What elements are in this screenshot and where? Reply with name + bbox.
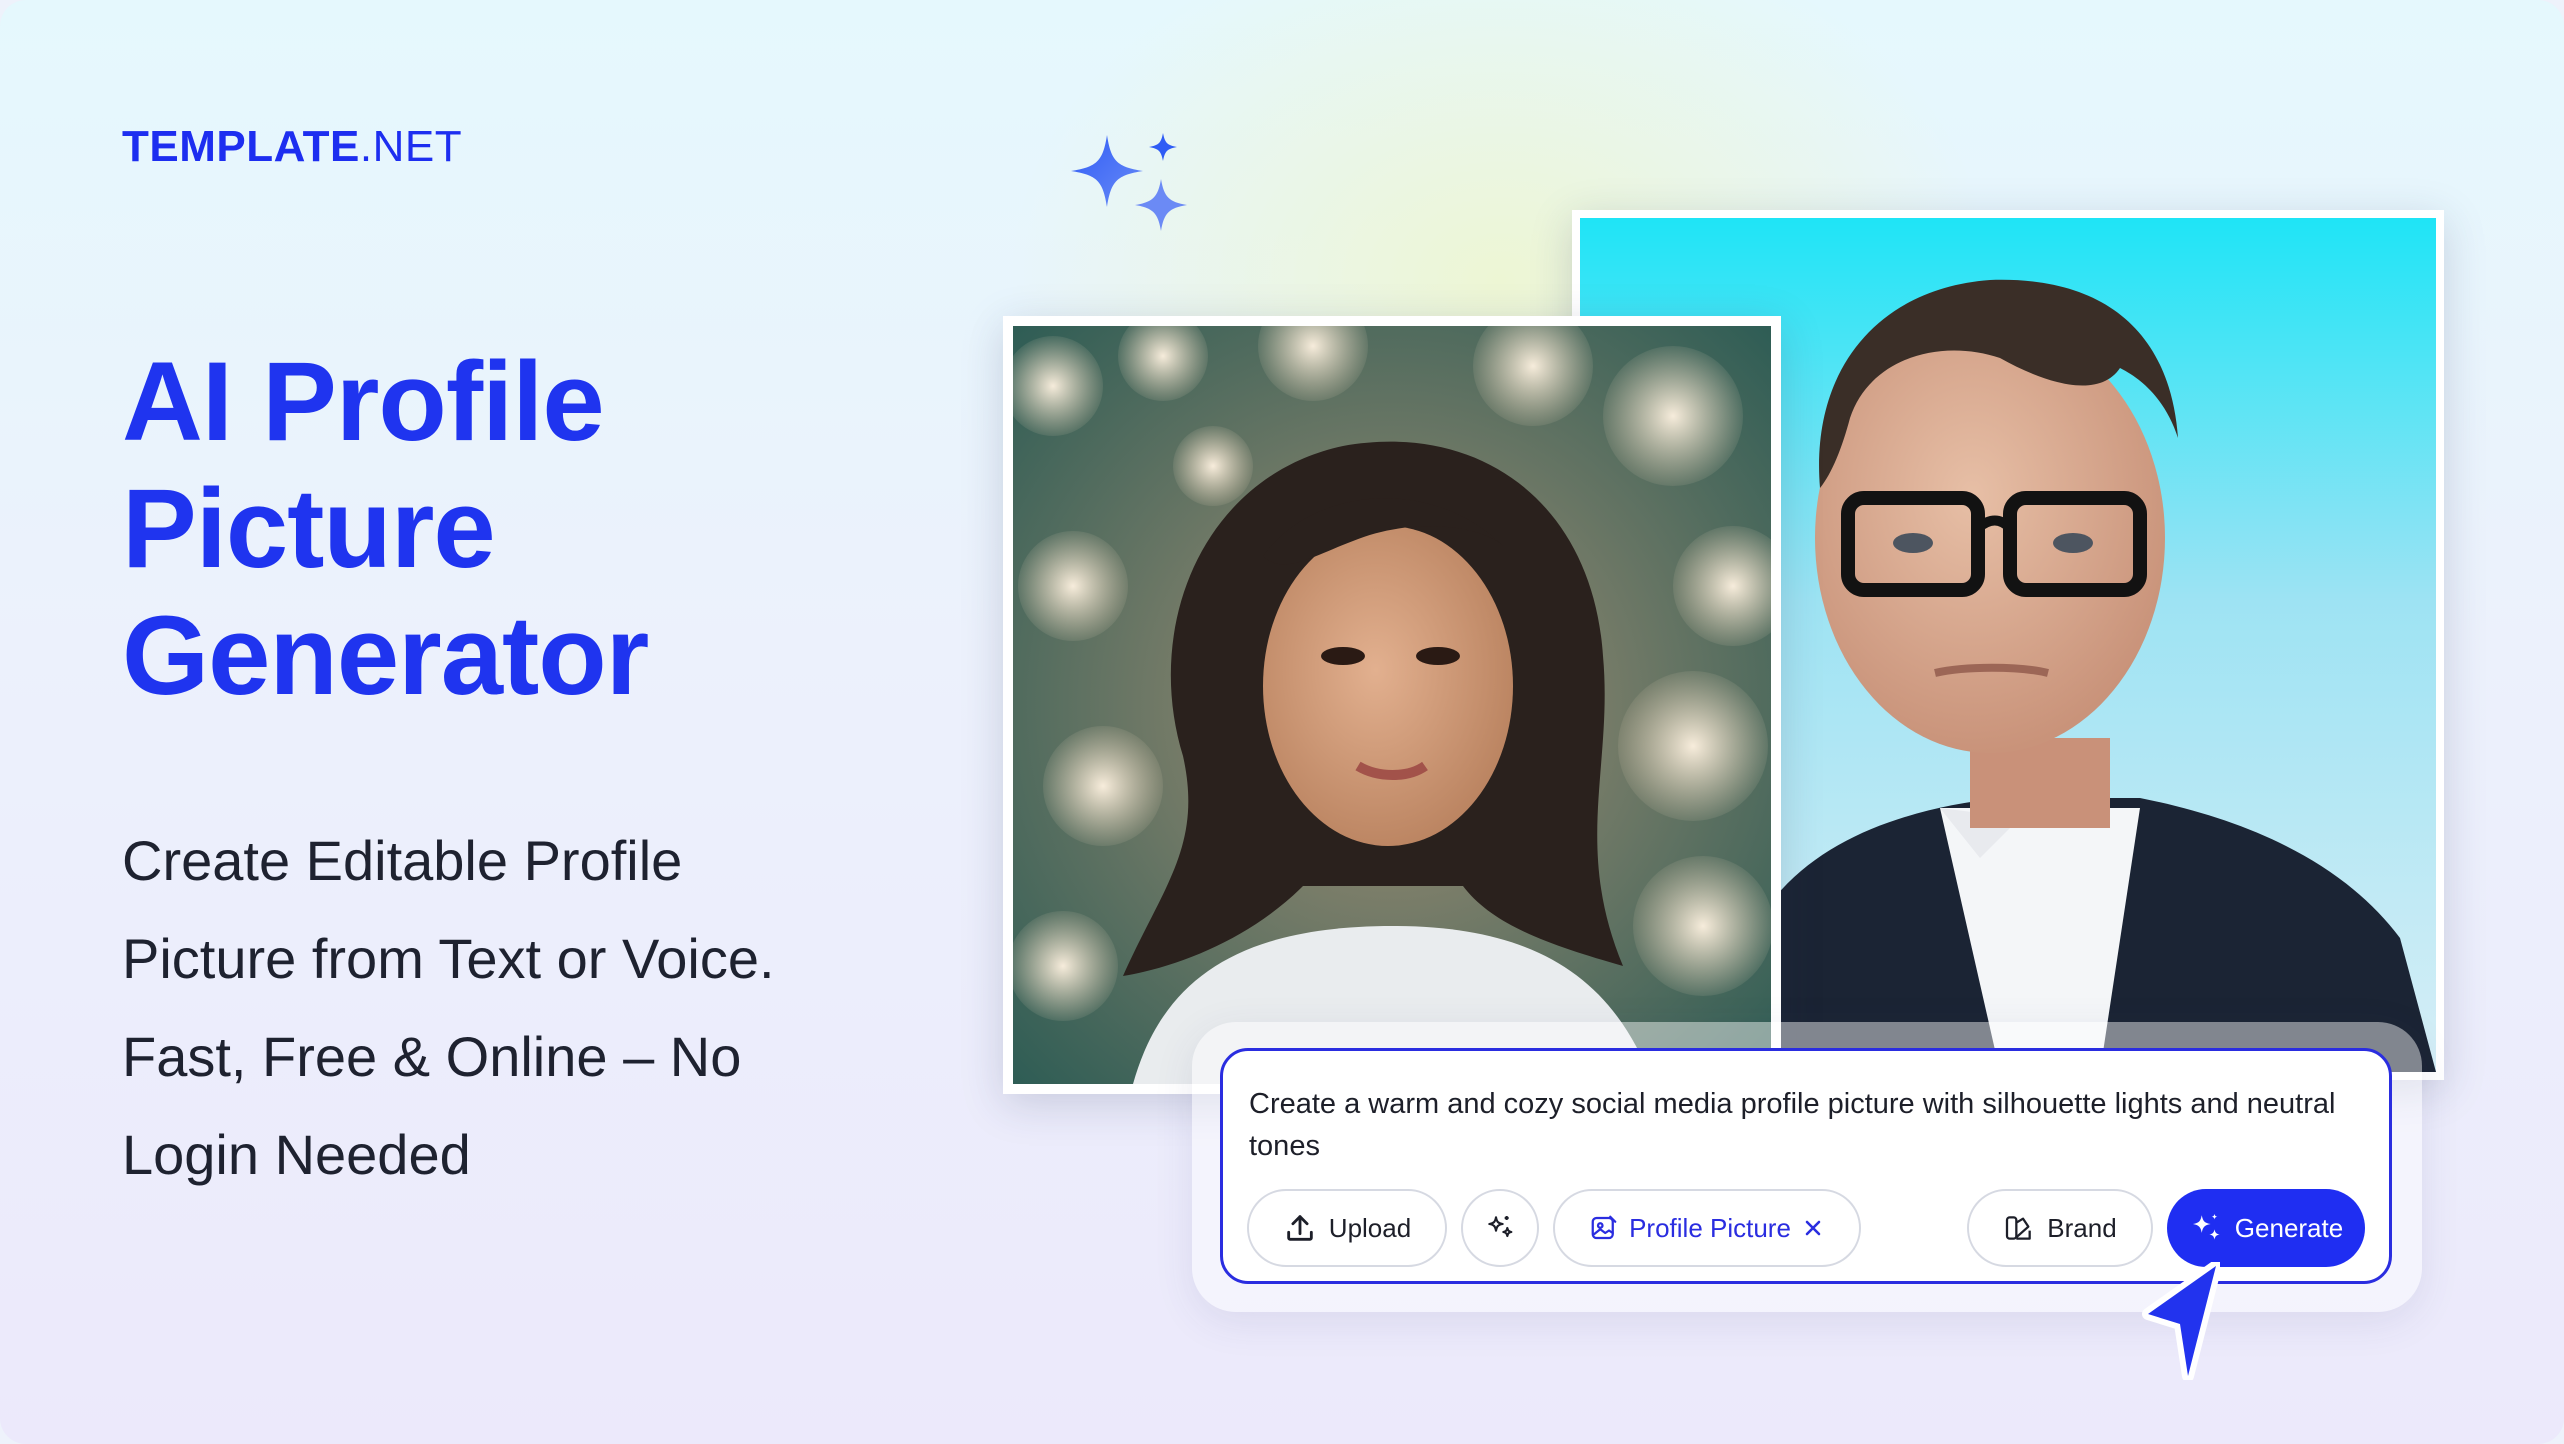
generate-button[interactable]: Generate <box>2167 1189 2365 1267</box>
magic-sparkle-icon <box>1488 1216 1513 1238</box>
upload-label: Upload <box>1328 1212 1412 1243</box>
brand-logo-bold: TEMPLATE <box>122 122 360 171</box>
subtitle-line: Create Editable Profile <box>122 829 683 892</box>
brand-logo-light: .NET <box>359 122 463 171</box>
prompt-input[interactable]: Create a warm and cozy social media prof… <box>1249 1083 2349 1167</box>
generate-label: Generate <box>2234 1212 2344 1243</box>
profile-picture-chip[interactable]: Profile Picture <box>1553 1189 1861 1267</box>
upload-icon <box>1287 1215 1313 1241</box>
sparkle-icon <box>2192 1213 2220 1240</box>
brand-button[interactable]: Brand <box>1967 1189 2153 1267</box>
subtitle: Create Editable Profile Picture from Tex… <box>122 812 775 1204</box>
brand-palette-icon <box>2006 1216 2032 1240</box>
headline: AI Profile Picture Generator <box>122 338 649 719</box>
headline-line: Generator <box>122 593 649 718</box>
profile-picture-chip-label: Profile Picture <box>1629 1212 1791 1243</box>
magic-enhance-button[interactable] <box>1461 1189 1539 1267</box>
headline-line: AI Profile <box>122 339 605 464</box>
subtitle-line: Picture from Text or Voice. <box>122 927 775 990</box>
image-edit-icon <box>1591 1215 1617 1240</box>
sparkles-icon <box>1071 133 1187 231</box>
prompt-box[interactable]: Create a warm and cozy social media prof… <box>1220 1048 2392 1284</box>
hero-banner: TEMPLATE.NET AI Profile Picture Generato… <box>0 0 2564 1444</box>
upload-button[interactable]: Upload <box>1247 1189 1447 1267</box>
headline-line: Picture <box>122 466 496 591</box>
subtitle-line: Fast, Free & Online – No <box>122 1025 742 1088</box>
brand-label: Brand <box>2047 1212 2117 1243</box>
brand-logo[interactable]: TEMPLATE.NET <box>122 122 462 172</box>
woman-portrait-photo <box>1003 316 1781 1094</box>
woman-portrait-image <box>1013 326 1771 1084</box>
subtitle-line: Login Needed <box>122 1123 471 1186</box>
pointer-cursor-icon <box>2142 1262 2220 1380</box>
close-icon[interactable] <box>1801 1216 1825 1240</box>
